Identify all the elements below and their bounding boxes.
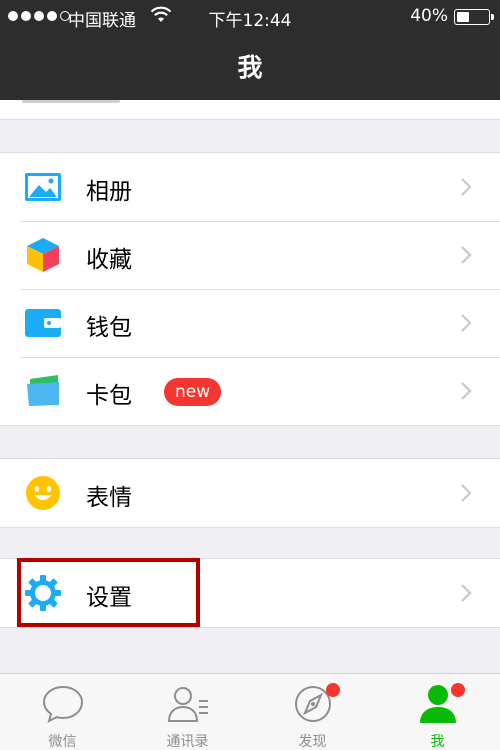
notification-dot — [325, 683, 340, 697]
album-row[interactable]: 相册 — [0, 153, 500, 221]
favorites-row[interactable]: 收藏 — [0, 221, 500, 289]
tab-contacts[interactable]: 通讯录 — [125, 674, 250, 750]
tab-chats[interactable]: 微信 — [0, 674, 125, 750]
wallet-row[interactable]: 钱包 — [0, 289, 500, 357]
tab-label: 微信 — [48, 734, 77, 750]
chevron-right-icon — [461, 314, 472, 332]
chat-bubble-icon — [42, 685, 83, 723]
page-title: 我 — [237, 53, 263, 82]
menu-group-stickers: 表情 — [0, 458, 500, 528]
smiley-icon — [26, 476, 60, 510]
stickers-row[interactable]: 表情 — [0, 459, 500, 527]
album-label: 相册 — [86, 179, 132, 205]
gear-icon — [25, 575, 61, 611]
album-icon — [25, 173, 61, 201]
battery-percentage: 40% — [410, 6, 448, 26]
settings-row[interactable]: 设置 — [0, 559, 500, 627]
tab-bar: 微信 通讯录 发现 我 — [0, 673, 500, 750]
chevron-right-icon — [461, 382, 472, 400]
cards-row[interactable]: 卡包 new — [0, 357, 500, 425]
favorites-label: 收藏 — [86, 247, 132, 273]
contacts-icon — [167, 687, 208, 722]
chevron-right-icon — [461, 246, 472, 264]
tab-label: 发现 — [298, 734, 327, 750]
settings-label: 设置 — [86, 585, 132, 611]
notification-dot — [450, 683, 465, 697]
favorites-cube-icon — [27, 238, 59, 272]
menu-group-primary: 相册 收藏 钱包 卡包 new — [0, 152, 500, 426]
tab-discover[interactable]: 发现 — [250, 674, 375, 750]
wallet-icon — [25, 309, 61, 337]
cards-label: 卡包 — [86, 383, 132, 409]
tab-label: 我 — [430, 734, 445, 750]
profile-card-partial[interactable] — [0, 100, 500, 120]
top-bar: 中国联通 下午12:44 40% 我 — [0, 0, 500, 100]
cards-icon — [27, 375, 59, 406]
wallet-label: 钱包 — [86, 315, 132, 341]
chevron-right-icon — [461, 484, 472, 502]
menu-group-settings: 设置 — [0, 558, 500, 628]
stickers-label: 表情 — [86, 485, 132, 511]
new-badge: new — [164, 378, 222, 406]
chevron-right-icon — [461, 178, 472, 196]
tab-label: 通讯录 — [166, 734, 209, 750]
battery-icon — [454, 9, 494, 25]
status-bar: 中国联通 下午12:44 40% — [0, 0, 500, 32]
chevron-right-icon — [461, 584, 472, 602]
tab-me[interactable]: 我 — [375, 674, 500, 750]
